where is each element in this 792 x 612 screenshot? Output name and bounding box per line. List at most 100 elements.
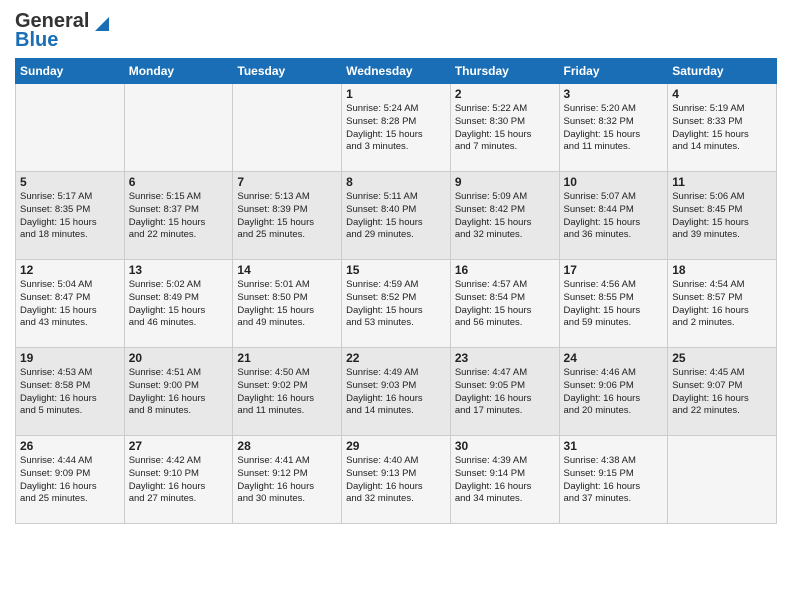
day-content: Sunrise: 5:11 AM Sunset: 8:40 PM Dayligh… <box>346 191 446 242</box>
day-content: Sunrise: 4:41 AM Sunset: 9:12 PM Dayligh… <box>237 455 337 506</box>
calendar-cell: 3 Sunrise: 5:20 AM Sunset: 8:32 PM Daylig… <box>559 84 668 172</box>
day-content: Sunrise: 5:20 AM Sunset: 8:32 PM Dayligh… <box>564 103 664 154</box>
calendar-cell: 22 Sunrise: 4:49 AM Sunset: 9:03 PM Dayli… <box>342 348 451 436</box>
calendar-cell: 19 Sunrise: 4:53 AM Sunset: 8:58 PM Dayli… <box>16 348 125 436</box>
day-number: 30 <box>455 439 555 453</box>
week-row-5: 26Sunrise: 4:44 AM Sunset: 9:09 PM Dayli… <box>16 436 777 524</box>
day-number: 18 <box>672 263 772 277</box>
day-number: 1 <box>346 87 446 101</box>
day-number: 2 <box>455 87 555 101</box>
calendar-cell: 26Sunrise: 4:44 AM Sunset: 9:09 PM Dayli… <box>16 436 125 524</box>
header-saturday: Saturday <box>668 59 777 84</box>
day-number: 29 <box>346 439 446 453</box>
day-number: 7 <box>237 175 337 189</box>
day-number: 12 <box>20 263 120 277</box>
week-row-1: 1 Sunrise: 5:24 AM Sunset: 8:28 PM Daylig… <box>16 84 777 172</box>
day-number: 6 <box>129 175 229 189</box>
day-number: 19 <box>20 351 120 365</box>
day-content: Sunrise: 5:19 AM Sunset: 8:33 PM Dayligh… <box>672 103 772 154</box>
day-content: Sunrise: 4:49 AM Sunset: 9:03 PM Dayligh… <box>346 367 446 418</box>
calendar-cell: 30 Sunrise: 4:39 AM Sunset: 9:14 PM Dayli… <box>450 436 559 524</box>
day-number: 16 <box>455 263 555 277</box>
day-number: 20 <box>129 351 229 365</box>
header-tuesday: Tuesday <box>233 59 342 84</box>
day-content: Sunrise: 4:54 AM Sunset: 8:57 PM Dayligh… <box>672 279 772 330</box>
calendar-cell: 31Sunrise: 4:38 AM Sunset: 9:15 PM Dayli… <box>559 436 668 524</box>
calendar-cell: 2 Sunrise: 5:22 AM Sunset: 8:30 PM Daylig… <box>450 84 559 172</box>
day-content: Sunrise: 4:45 AM Sunset: 9:07 PM Dayligh… <box>672 367 772 418</box>
day-number: 24 <box>564 351 664 365</box>
week-row-4: 19 Sunrise: 4:53 AM Sunset: 8:58 PM Dayli… <box>16 348 777 436</box>
calendar-cell: 24Sunrise: 4:46 AM Sunset: 9:06 PM Dayli… <box>559 348 668 436</box>
calendar-cell: 6 Sunrise: 5:15 AM Sunset: 8:37 PM Daylig… <box>124 172 233 260</box>
logo-blue: Blue <box>15 29 58 52</box>
calendar-cell: 27 Sunrise: 4:42 AM Sunset: 9:10 PM Dayli… <box>124 436 233 524</box>
calendar-cell: 8 Sunrise: 5:11 AM Sunset: 8:40 PM Daylig… <box>342 172 451 260</box>
calendar-cell: 18 Sunrise: 4:54 AM Sunset: 8:57 PM Dayli… <box>668 260 777 348</box>
day-number: 25 <box>672 351 772 365</box>
day-content: Sunrise: 5:01 AM Sunset: 8:50 PM Dayligh… <box>237 279 337 330</box>
calendar-cell: 20 Sunrise: 4:51 AM Sunset: 9:00 PM Dayli… <box>124 348 233 436</box>
day-number: 3 <box>564 87 664 101</box>
calendar-cell: 4Sunrise: 5:19 AM Sunset: 8:33 PM Daylig… <box>668 84 777 172</box>
header-monday: Monday <box>124 59 233 84</box>
day-content: Sunrise: 5:13 AM Sunset: 8:39 PM Dayligh… <box>237 191 337 242</box>
calendar-cell: 17 Sunrise: 4:56 AM Sunset: 8:55 PM Dayli… <box>559 260 668 348</box>
calendar-cell: 16Sunrise: 4:57 AM Sunset: 8:54 PM Dayli… <box>450 260 559 348</box>
header-row: SundayMondayTuesdayWednesdayThursdayFrid… <box>16 59 777 84</box>
day-number: 11 <box>672 175 772 189</box>
week-row-2: 5 Sunrise: 5:17 AM Sunset: 8:35 PM Daylig… <box>16 172 777 260</box>
calendar-cell <box>16 84 125 172</box>
header: General Blue <box>15 10 777 52</box>
day-number: 28 <box>237 439 337 453</box>
calendar-table: SundayMondayTuesdayWednesdayThursdayFrid… <box>15 58 777 524</box>
logo: General Blue <box>15 10 109 52</box>
day-content: Sunrise: 5:07 AM Sunset: 8:44 PM Dayligh… <box>564 191 664 242</box>
calendar-cell: 11 Sunrise: 5:06 AM Sunset: 8:45 PM Dayli… <box>668 172 777 260</box>
logo-triangle-icon <box>91 13 109 31</box>
day-number: 5 <box>20 175 120 189</box>
page: General Blue SundayMondayTuesdayWednesda… <box>0 0 792 534</box>
calendar-cell: 12Sunrise: 5:04 AM Sunset: 8:47 PM Dayli… <box>16 260 125 348</box>
calendar-cell: 23 Sunrise: 4:47 AM Sunset: 9:05 PM Dayli… <box>450 348 559 436</box>
day-content: Sunrise: 5:09 AM Sunset: 8:42 PM Dayligh… <box>455 191 555 242</box>
day-number: 22 <box>346 351 446 365</box>
calendar-cell: 28 Sunrise: 4:41 AM Sunset: 9:12 PM Dayli… <box>233 436 342 524</box>
day-content: Sunrise: 4:44 AM Sunset: 9:09 PM Dayligh… <box>20 455 120 506</box>
day-content: Sunrise: 4:53 AM Sunset: 8:58 PM Dayligh… <box>20 367 120 418</box>
day-content: Sunrise: 4:39 AM Sunset: 9:14 PM Dayligh… <box>455 455 555 506</box>
day-content: Sunrise: 5:02 AM Sunset: 8:49 PM Dayligh… <box>129 279 229 330</box>
day-number: 10 <box>564 175 664 189</box>
calendar-cell: 21Sunrise: 4:50 AM Sunset: 9:02 PM Dayli… <box>233 348 342 436</box>
calendar-cell: 29Sunrise: 4:40 AM Sunset: 9:13 PM Dayli… <box>342 436 451 524</box>
day-content: Sunrise: 4:47 AM Sunset: 9:05 PM Dayligh… <box>455 367 555 418</box>
day-number: 21 <box>237 351 337 365</box>
header-friday: Friday <box>559 59 668 84</box>
day-number: 9 <box>455 175 555 189</box>
day-number: 13 <box>129 263 229 277</box>
calendar-cell <box>668 436 777 524</box>
calendar-cell: 25 Sunrise: 4:45 AM Sunset: 9:07 PM Dayli… <box>668 348 777 436</box>
day-content: Sunrise: 5:17 AM Sunset: 8:35 PM Dayligh… <box>20 191 120 242</box>
header-wednesday: Wednesday <box>342 59 451 84</box>
day-number: 17 <box>564 263 664 277</box>
day-content: Sunrise: 5:06 AM Sunset: 8:45 PM Dayligh… <box>672 191 772 242</box>
calendar-cell: 13 Sunrise: 5:02 AM Sunset: 8:49 PM Dayli… <box>124 260 233 348</box>
calendar-cell: 10 Sunrise: 5:07 AM Sunset: 8:44 PM Dayli… <box>559 172 668 260</box>
day-number: 8 <box>346 175 446 189</box>
day-content: Sunrise: 5:22 AM Sunset: 8:30 PM Dayligh… <box>455 103 555 154</box>
calendar-cell: 9 Sunrise: 5:09 AM Sunset: 8:42 PM Daylig… <box>450 172 559 260</box>
day-content: Sunrise: 5:15 AM Sunset: 8:37 PM Dayligh… <box>129 191 229 242</box>
day-number: 23 <box>455 351 555 365</box>
day-content: Sunrise: 5:24 AM Sunset: 8:28 PM Dayligh… <box>346 103 446 154</box>
day-content: Sunrise: 4:59 AM Sunset: 8:52 PM Dayligh… <box>346 279 446 330</box>
calendar-cell <box>233 84 342 172</box>
day-content: Sunrise: 4:42 AM Sunset: 9:10 PM Dayligh… <box>129 455 229 506</box>
day-content: Sunrise: 4:56 AM Sunset: 8:55 PM Dayligh… <box>564 279 664 330</box>
calendar-cell: 15 Sunrise: 4:59 AM Sunset: 8:52 PM Dayli… <box>342 260 451 348</box>
calendar-cell: 5 Sunrise: 5:17 AM Sunset: 8:35 PM Daylig… <box>16 172 125 260</box>
day-number: 15 <box>346 263 446 277</box>
day-number: 14 <box>237 263 337 277</box>
day-number: 27 <box>129 439 229 453</box>
day-content: Sunrise: 4:51 AM Sunset: 9:00 PM Dayligh… <box>129 367 229 418</box>
